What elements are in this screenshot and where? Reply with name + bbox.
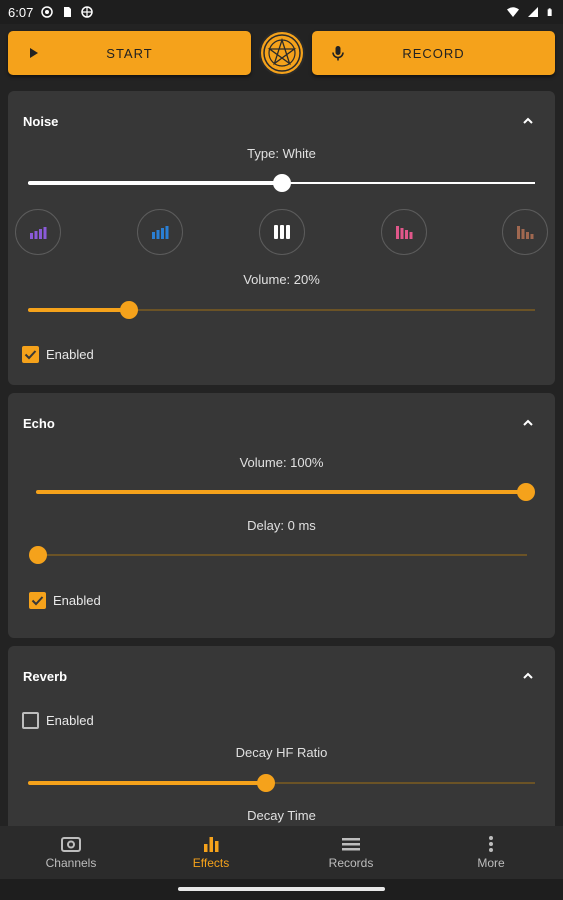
echo-enabled-checkbox[interactable]: Enabled <box>29 592 101 609</box>
noise-type-slider[interactable] <box>28 173 535 193</box>
checkmark-icon <box>24 350 37 360</box>
start-button[interactable]: START <box>8 31 251 75</box>
echo-volume-slider[interactable] <box>36 482 535 502</box>
slider-fill <box>28 781 267 785</box>
reverb-decay-time-label: Decay Time <box>247 808 316 823</box>
checkbox-box[interactable] <box>29 592 46 609</box>
home-indicator[interactable] <box>178 887 385 891</box>
collapse-echo-chevron-up-icon[interactable] <box>521 418 535 428</box>
effects-equalizer-icon <box>204 837 219 852</box>
slider-thumb[interactable] <box>517 483 535 501</box>
settings-notification-icon <box>41 6 54 18</box>
start-button-label: START <box>106 45 153 61</box>
reverb-card: Reverb Enabled Decay HF Ratio Decay Time <box>8 646 555 836</box>
wifi-icon <box>507 7 519 17</box>
collapse-reverb-chevron-up-icon[interactable] <box>521 671 535 681</box>
more-vertical-dots-icon <box>489 836 493 852</box>
slider-thumb[interactable] <box>120 301 139 319</box>
noise-enabled-label: Enabled <box>46 347 94 362</box>
play-icon <box>30 48 38 58</box>
brown-noise-bars-icon <box>517 226 534 239</box>
nav-records-label: Records <box>328 856 374 870</box>
nav-more[interactable]: More <box>421 826 561 879</box>
bottom-navigation: Channels Effects Records More <box>0 826 563 879</box>
noise-color-violet-button[interactable] <box>15 209 61 255</box>
echo-volume-label: Volume: 100% <box>239 455 324 470</box>
reverb-decay-hf-label: Decay HF Ratio <box>235 745 328 760</box>
slider-thumb[interactable] <box>29 546 47 564</box>
reverb-enabled-checkbox[interactable]: Enabled <box>22 712 94 729</box>
top-bar: START RECORD <box>0 24 563 82</box>
gesture-bar <box>0 879 563 900</box>
signal-icon <box>528 7 538 17</box>
collapse-noise-chevron-up-icon[interactable] <box>521 116 535 126</box>
violet-noise-bars-icon <box>30 227 47 239</box>
noise-color-blue-button[interactable] <box>137 209 183 255</box>
sim-card-icon <box>64 7 72 17</box>
echo-card: Echo Volume: 100% Delay: 0 ms Enabled <box>8 393 555 638</box>
noise-type-label: Type: White <box>247 146 316 161</box>
noise-card: Noise Type: White Volume: 20% Enabled <box>8 91 555 385</box>
echo-title: Echo <box>23 416 55 431</box>
slider-thumb[interactable] <box>272 174 291 192</box>
globe-notification-icon <box>81 6 94 18</box>
nav-effects[interactable]: Effects <box>141 826 281 879</box>
status-bar: 6:07 <box>0 0 563 24</box>
echo-delay-label: Delay: 0 ms <box>247 518 316 533</box>
slider-fill <box>28 308 130 312</box>
microphone-icon <box>332 46 344 61</box>
nav-channels-label: Channels <box>45 856 97 870</box>
noise-color-white-button[interactable] <box>259 209 305 255</box>
echo-delay-slider[interactable] <box>29 545 527 565</box>
nav-effects-label: Effects <box>192 856 230 870</box>
battery-icon <box>547 8 552 16</box>
white-noise-bars-icon <box>274 225 290 239</box>
pentagram-logo-icon <box>263 34 301 72</box>
reverb-title: Reverb <box>23 669 68 684</box>
noise-color-pink-button[interactable] <box>381 209 427 255</box>
nav-records[interactable]: Records <box>281 826 421 879</box>
nav-more-label: More <box>477 856 505 870</box>
status-time: 6:07 <box>8 4 34 20</box>
nav-channels[interactable]: Channels <box>1 826 141 879</box>
record-button[interactable]: RECORD <box>312 31 555 75</box>
noise-volume-slider[interactable] <box>28 300 535 320</box>
record-button-label: RECORD <box>402 45 465 61</box>
checkbox-box[interactable] <box>22 712 39 729</box>
slider-thumb[interactable] <box>257 774 276 792</box>
noise-volume-label: Volume: 20% <box>243 272 320 287</box>
app-logo <box>259 30 305 76</box>
echo-enabled-label: Enabled <box>53 593 101 608</box>
pink-noise-bars-icon <box>396 226 413 239</box>
checkbox-box[interactable] <box>22 346 39 363</box>
records-list-icon <box>342 838 360 851</box>
slider-fill <box>28 181 282 185</box>
reverb-enabled-label: Enabled <box>46 713 94 728</box>
checkmark-icon <box>31 596 44 606</box>
reverb-decay-hf-slider[interactable] <box>28 773 535 793</box>
slider-track <box>38 554 527 556</box>
noise-enabled-checkbox[interactable]: Enabled <box>22 346 94 363</box>
noise-title: Noise <box>23 114 59 129</box>
noise-color-brown-button[interactable] <box>502 209 548 255</box>
blue-noise-bars-icon <box>152 226 169 239</box>
channels-radio-icon <box>61 837 81 852</box>
slider-fill <box>36 490 526 494</box>
